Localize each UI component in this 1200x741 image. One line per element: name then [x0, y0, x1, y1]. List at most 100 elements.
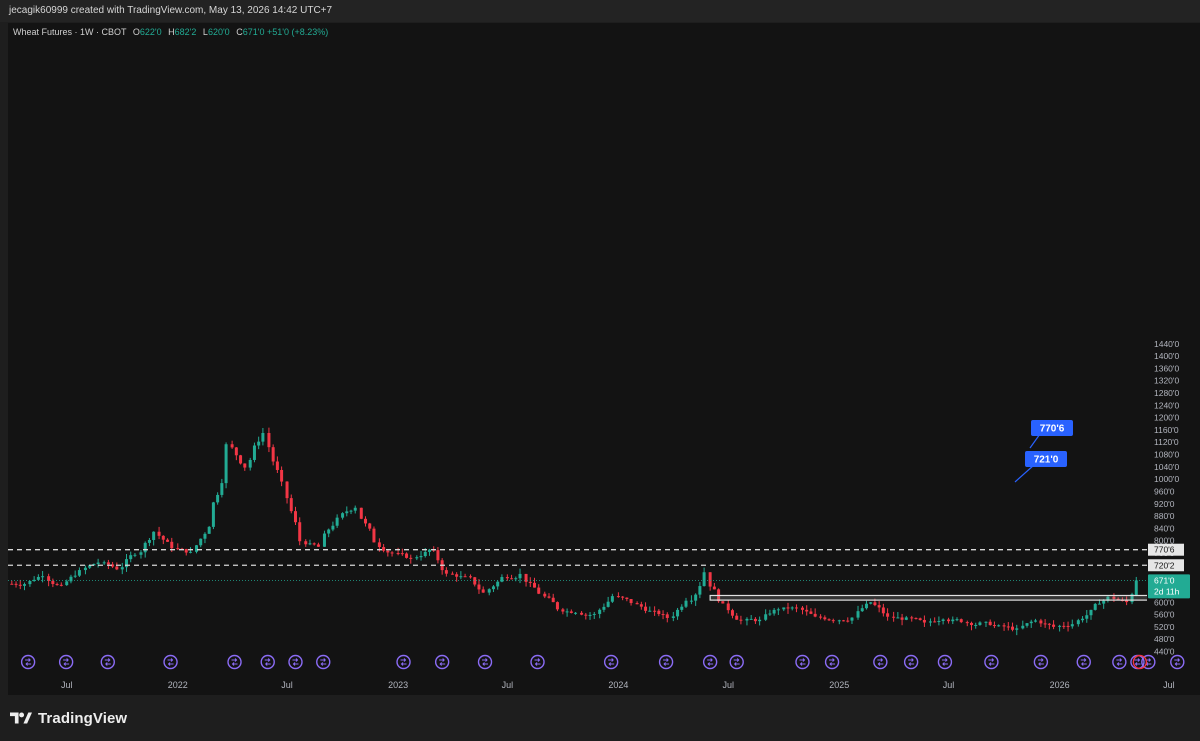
candle-body — [860, 608, 864, 612]
high-value: 682'2 — [174, 27, 197, 37]
candle-body — [543, 593, 547, 597]
candle-body — [271, 447, 275, 462]
candle-body — [331, 525, 335, 530]
candle-body — [275, 461, 279, 470]
candle-body — [102, 562, 106, 564]
candle-body — [1043, 623, 1047, 625]
price-tick-label: 960'0 — [1154, 486, 1175, 496]
price-tick-label: 1200'0 — [1154, 413, 1180, 423]
candle-body — [176, 548, 180, 550]
time-tick-label: 2024 — [608, 680, 628, 690]
chart-canvas[interactable]: 1440'0 1400'0 1360'0 1320'0 1280'0 1240'0 1200… — [0, 0, 1200, 741]
price-tick-label: 1240'0 — [1154, 400, 1180, 410]
candle-body — [514, 578, 518, 580]
candle-body — [51, 580, 55, 585]
candle-body — [252, 445, 256, 460]
candle-body — [997, 625, 1001, 627]
candle-body — [661, 614, 665, 616]
candle-body — [36, 576, 40, 580]
candle-body — [629, 599, 633, 604]
candle-body — [768, 613, 772, 615]
candle-body — [941, 619, 945, 622]
candle-body — [805, 609, 809, 612]
brand-footer[interactable]: TradingView — [10, 708, 127, 728]
candle-body — [978, 622, 982, 625]
candle-body — [1002, 625, 1006, 627]
candle-body — [676, 609, 680, 617]
candle-body — [653, 610, 657, 612]
open-value: 622'0 — [139, 27, 162, 37]
candle-body — [819, 616, 823, 618]
candle-body — [764, 614, 768, 620]
candle-body — [1052, 624, 1056, 627]
time-tick-label: Jul — [281, 680, 293, 690]
price-tick-label: 1120'0 — [1154, 437, 1179, 447]
candle-body — [216, 494, 220, 503]
candle-body — [813, 613, 817, 617]
candle-body — [83, 567, 87, 571]
candle-body — [143, 542, 147, 553]
candle-body — [671, 616, 675, 618]
candle-body — [739, 619, 743, 621]
candle-body — [712, 586, 716, 590]
support-zone-box[interactable] — [709, 594, 1189, 601]
candle-body — [1085, 615, 1089, 619]
candle-body — [120, 567, 124, 570]
candle-body — [555, 602, 559, 610]
candle-body — [510, 578, 514, 580]
price-tick-label: 920'0 — [1154, 499, 1175, 509]
candle-body — [877, 605, 881, 608]
candle-body — [386, 550, 390, 553]
candle-body — [77, 570, 81, 576]
time-tick-label: 2023 — [388, 680, 408, 690]
candle-body — [349, 510, 353, 512]
candle-body — [327, 529, 331, 534]
change-value: +51'0 (+8.23%) — [266, 27, 329, 37]
candle-body — [900, 617, 904, 620]
price-axis[interactable]: 1440'0 1400'0 1360'0 1320'0 1280'0 1240'0 1200… — [1147, 23, 1200, 695]
candle-body — [561, 609, 565, 612]
price-tick-label: 480'0 — [1154, 634, 1175, 644]
candle-body — [211, 502, 215, 527]
candle-body — [409, 557, 413, 559]
candle-body — [969, 622, 973, 626]
candle-body — [992, 625, 996, 627]
candle-body — [551, 597, 555, 603]
price-tick-label: 560'0 — [1154, 610, 1175, 620]
candle-body — [220, 483, 224, 495]
candle-body — [139, 552, 143, 555]
candle-body — [377, 542, 381, 548]
candle-body — [910, 617, 914, 619]
candle-body — [827, 619, 831, 621]
close-value: 671'0 — [242, 27, 265, 37]
callout-label: 770'6 — [1040, 424, 1065, 435]
candle-body — [161, 535, 165, 540]
candle-body — [455, 574, 459, 577]
candle-body — [427, 549, 431, 552]
candle-body — [933, 621, 937, 623]
candle-body — [364, 518, 368, 524]
candle-body — [657, 610, 661, 615]
candle-body — [892, 616, 896, 618]
price-tick-label: 840'0 — [1154, 523, 1175, 533]
candle-body — [261, 433, 265, 442]
symbol-legend[interactable]: Wheat Futures · 1W · CBOT O622'0 H682'2 … — [13, 27, 328, 37]
candle-body — [481, 589, 485, 593]
candle-body — [450, 573, 454, 575]
candle-body — [689, 600, 693, 602]
candle-body — [984, 621, 988, 623]
candle-body — [304, 541, 308, 545]
candle-body — [749, 618, 753, 620]
candle-body — [14, 583, 18, 585]
candle-body — [477, 584, 481, 590]
candle-body — [886, 613, 890, 617]
candle-body — [345, 511, 349, 514]
candle-body — [959, 619, 963, 623]
candle-body — [809, 611, 813, 614]
candle-body — [772, 609, 776, 614]
candle-body — [794, 607, 798, 609]
price-tick-label: 1440'0 — [1154, 339, 1180, 349]
candle-body — [873, 602, 877, 606]
low-value: 620'0 — [207, 27, 230, 37]
price-tick-label: 1280'0 — [1154, 388, 1180, 398]
